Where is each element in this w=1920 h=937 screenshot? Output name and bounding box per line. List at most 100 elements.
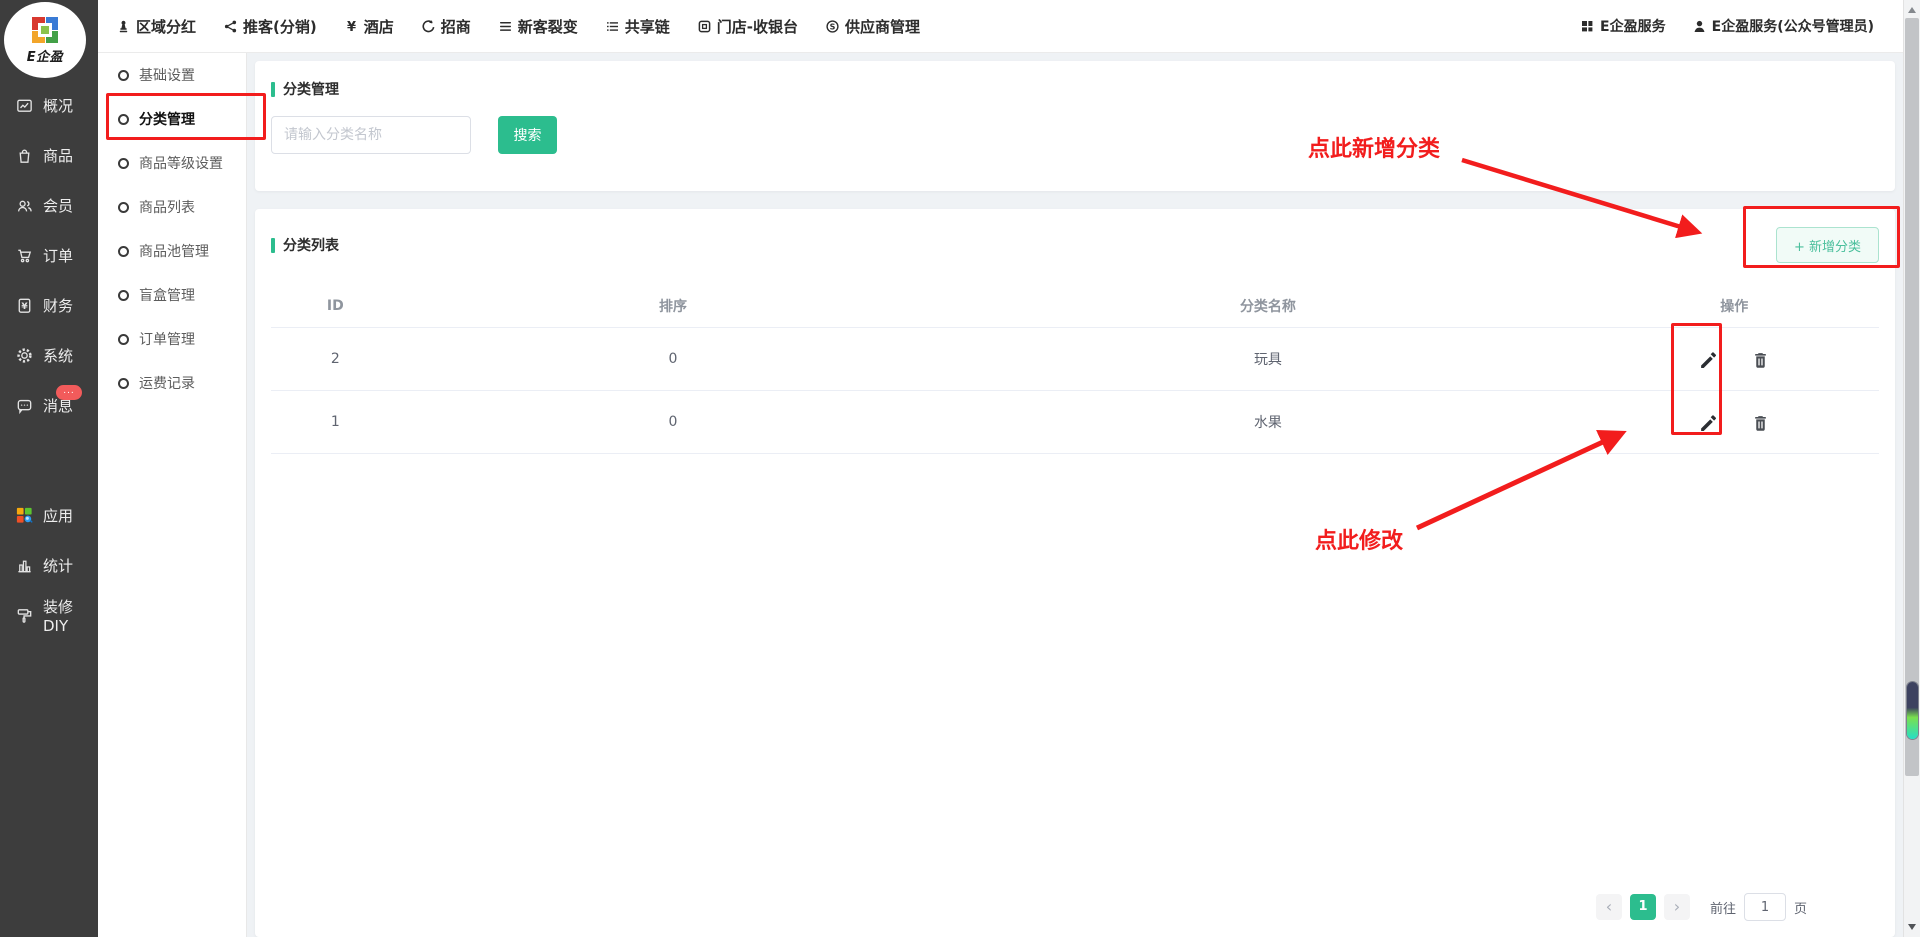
cell-name: 水果 [946,391,1589,454]
sidebar-item-label: 概况 [43,95,73,116]
pagination: ‹ 1 › 前往 页 [1596,893,1807,921]
account-menu[interactable]: E企盈服务(公众号管理员) [1692,16,1874,36]
table-row: 1 0 水果 [271,391,1879,454]
logo-circle: E企盈 [4,2,86,78]
apps-icon [15,506,34,525]
topbar-item-region-bonus[interactable]: 区域分红 [116,16,196,37]
topbar-menu: 区域分红 推客(分销) ¥ [116,16,920,37]
cell-name: 玩具 [946,328,1589,391]
submenu-item-goods-pool[interactable]: 商品池管理 [98,229,246,273]
topbar-item-label: 门店-收银台 [717,16,798,37]
sidebar-item-label: 系统 [43,345,73,366]
orders-cart-icon [15,246,34,265]
vertical-scrollbar[interactable] [1903,0,1920,937]
delete-button[interactable] [1750,412,1771,433]
sidebar-item-statistics[interactable]: 统计 [0,540,98,590]
scroll-up-arrow-icon[interactable] [1908,7,1916,13]
sidebar-item-goods[interactable]: 商品 [0,130,98,180]
card-title: 分类管理 [271,79,1879,99]
cell-sort: 0 [400,328,947,391]
diy-roller-icon [15,606,34,625]
share-icon [223,19,238,34]
scroll-down-arrow-icon[interactable] [1908,924,1916,930]
finance-icon: ¥ [15,296,34,315]
topbar-item-fission[interactable]: 新客裂变 [498,16,578,37]
app-root: E企盈 概况 商品 [0,0,1920,937]
radio-circle-icon [118,378,129,389]
category-table: ID 排序 分类名称 操作 2 0 玩具 [271,285,1879,454]
submenu-item-blindbox[interactable]: 盲盒管理 [98,273,246,317]
topbar-item-supplier[interactable]: S 供应商管理 [825,16,920,37]
edit-button[interactable] [1697,349,1718,370]
submenu-item-basic-settings[interactable]: 基础设置 [98,53,246,97]
column-header-sort: 排序 [400,285,947,328]
page-number-button[interactable]: 1 [1630,894,1656,920]
primary-nav-bottom: 应用 统计 [0,490,98,640]
topbar-right: E企盈服务 E企盈服务(公众号管理员) [1580,16,1874,36]
app-logo[interactable]: E企盈 [0,0,98,80]
submenu-item-goods-list[interactable]: 商品列表 [98,185,246,229]
prev-page-button[interactable]: ‹ [1596,894,1622,920]
submenu-item-order-management[interactable]: 订单管理 [98,317,246,361]
pencil-icon [1699,351,1716,368]
card-title: 分类列表 [271,235,339,255]
sidebar-item-label: 统计 [43,555,73,576]
account-name: E企盈服务(公众号管理员) [1712,16,1874,36]
edit-button[interactable] [1697,412,1718,433]
topbar-item-label: 新客裂变 [518,16,578,37]
search-button[interactable]: 搜索 [498,116,557,154]
topbar-item-store-cashier[interactable]: 门店-收银台 [697,16,798,37]
sidebar-item-orders[interactable]: 订单 [0,230,98,280]
sidebar-item-label: 装修DIY [43,596,98,635]
topbar-item-label: 共享链 [625,16,670,37]
submenu-item-freight-records[interactable]: 运费记录 [98,361,246,405]
topbar-item-label: 供应商管理 [845,16,920,37]
category-search-card: 分类管理 搜索 [255,61,1895,191]
sidebar-item-overview[interactable]: 概况 [0,80,98,130]
sidebar-item-apps[interactable]: 应用 [0,490,98,540]
category-name-input[interactable] [271,116,471,154]
sidebar-item-label: 应用 [43,505,73,526]
goto-page-input[interactable] [1744,893,1786,921]
submenu-item-category-management[interactable]: 分类管理 [98,97,246,141]
next-page-button[interactable]: › [1664,894,1690,920]
radio-circle-icon [118,202,129,213]
category-list-card: 分类列表 + 新增分类 ID 排序 分类名称 操作 [255,209,1895,937]
sidebar-item-members[interactable]: 会员 [0,180,98,230]
topbar-item-label: 招商 [441,16,471,37]
radio-circle-icon [118,158,129,169]
submenu-item-goods-level[interactable]: 商品等级设置 [98,141,246,185]
table-header-row: ID 排序 分类名称 操作 [271,285,1879,328]
secondary-sidebar: 基础设置 分类管理 商品等级设置 商品列表 [98,53,247,937]
overview-icon [15,96,34,115]
radio-circle-icon [118,290,129,301]
gear-icon [15,346,34,365]
goods-icon [15,146,34,165]
column-header-actions: 操作 [1590,285,1879,328]
submenu-item-label: 运费记录 [139,373,195,393]
logo-text: E企盈 [27,46,63,65]
topbar-item-hotel[interactable]: ¥ 酒店 [344,16,394,37]
service-switcher[interactable]: E企盈服务 [1580,16,1666,36]
radio-circle-icon [118,114,129,125]
submenu-item-label: 基础设置 [139,65,195,85]
sidebar-item-diy[interactable]: 装修DIY [0,590,98,640]
topbar-item-investment[interactable]: 招商 [421,16,471,37]
sidebar-item-finance[interactable]: ¥ 财务 [0,280,98,330]
scrollbar-thumb[interactable] [1905,18,1919,776]
sidebar-item-label: 商品 [43,145,73,166]
sidebar-item-system[interactable]: 系统 [0,330,98,380]
cell-sort: 0 [400,391,947,454]
sidebar-item-label: 订单 [43,245,73,266]
topbar-item-promoter[interactable]: 推客(分销) [223,16,317,37]
delete-button[interactable] [1750,349,1771,370]
sidebar-item-messages[interactable]: 消息 ... [0,380,98,430]
storefront-icon [697,19,712,34]
service-name: E企盈服务 [1600,16,1666,36]
topbar: 区域分红 推客(分销) ¥ [98,0,1920,53]
main-content: 分类管理 搜索 分类列表 + 新增分类 [247,53,1920,937]
topbar-item-sharechain[interactable]: 共享链 [605,16,670,37]
radio-circle-icon [118,70,129,81]
cell-id: 1 [271,391,400,454]
add-category-button[interactable]: + 新增分类 [1776,227,1879,263]
